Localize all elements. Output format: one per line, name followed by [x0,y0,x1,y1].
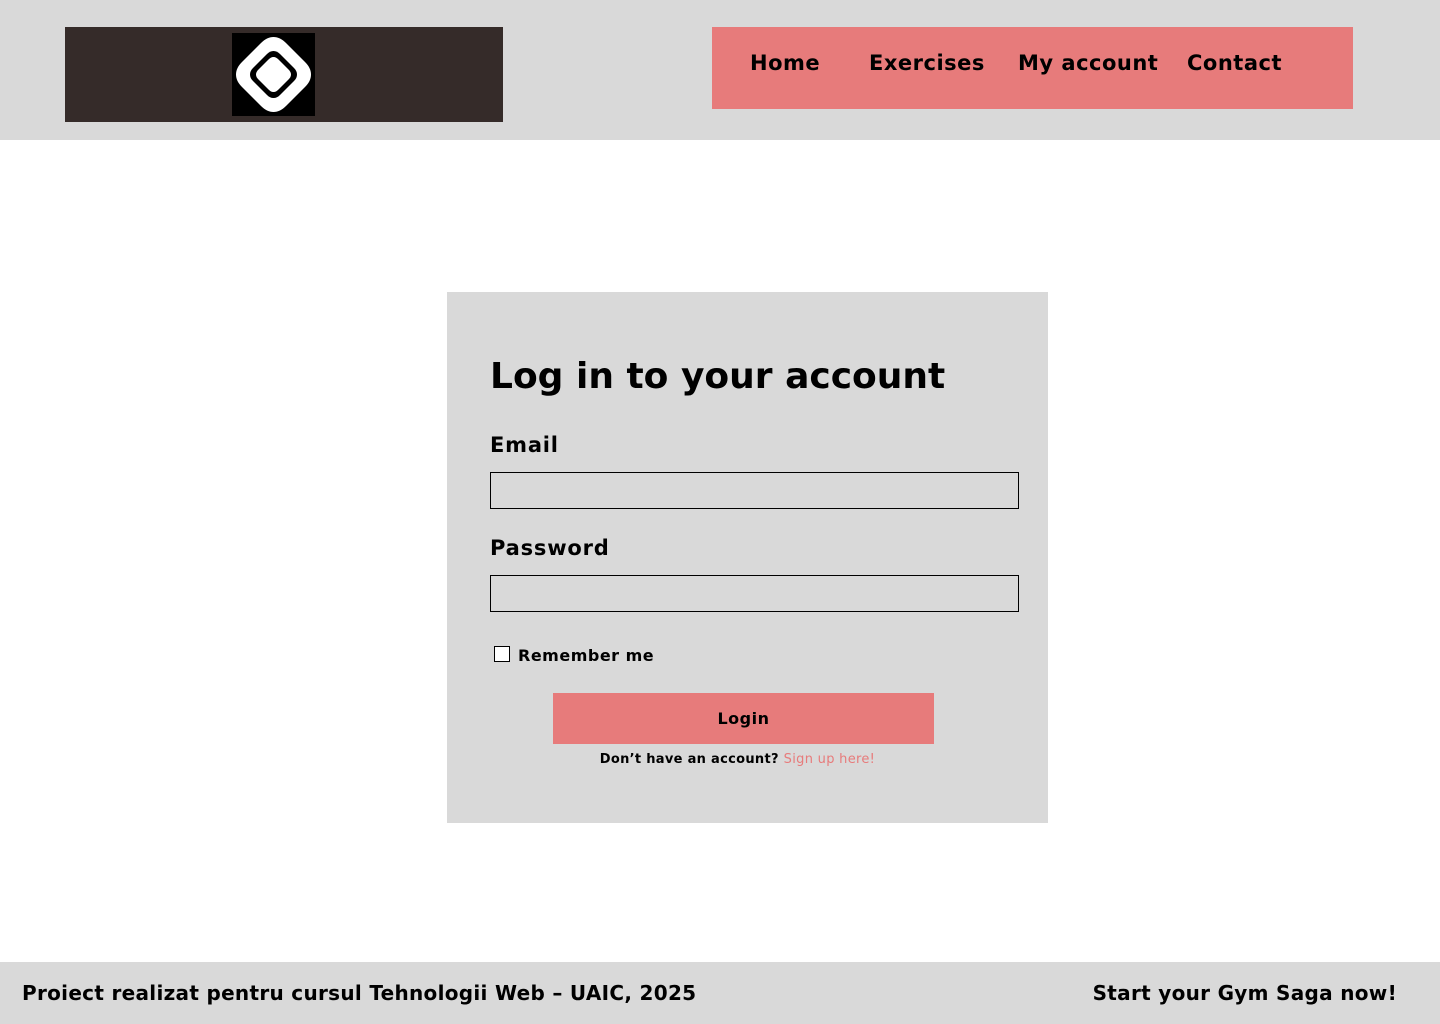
remember-me-checkbox[interactable] [494,645,510,662]
footer-tagline: Start your Gym Saga now! [1092,981,1397,1005]
nav-contact[interactable]: Contact [1187,51,1282,75]
logo-icon[interactable] [232,33,315,116]
login-button[interactable]: Login [553,693,934,744]
nav-home[interactable]: Home [750,51,820,75]
remember-me-row: Remember me [494,642,654,665]
remember-me-label: Remember me [518,646,655,665]
signup-prompt-text: Don’t have an account? [599,752,779,767]
site-footer: Proiect realizat pentru cursul Tehnologi… [0,962,1440,1024]
logo-banner[interactable] [65,27,503,122]
password-field[interactable] [490,575,1019,612]
signup-link[interactable]: Sign up here! [784,752,876,767]
logo-diamond-icon [232,33,315,116]
nav-exercises[interactable]: Exercises [869,51,985,75]
signup-prompt: Don’t have an account? Sign up here! [447,752,1028,767]
login-card: Log in to your account Email Password Re… [447,292,1048,823]
site-header: Home Exercises My account Contact [0,0,1440,140]
email-field[interactable] [490,472,1019,509]
footer-credits: Proiect realizat pentru cursul Tehnologi… [22,981,697,1005]
email-label: Email [490,433,559,457]
main-nav: Home Exercises My account Contact [712,27,1353,109]
login-title: Log in to your account [490,356,946,397]
password-label: Password [490,536,610,560]
nav-my-account[interactable]: My account [1018,51,1158,75]
